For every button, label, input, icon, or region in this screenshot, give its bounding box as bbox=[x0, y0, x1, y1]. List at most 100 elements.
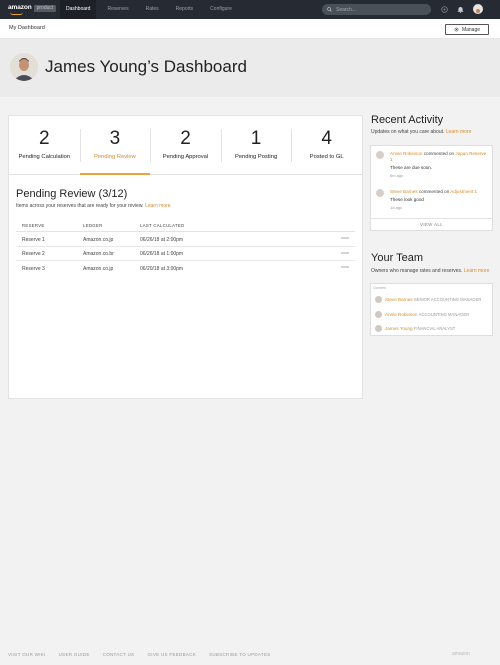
ledger-cell: Amazon.co.jp bbox=[83, 265, 114, 272]
team-member-text: James Young FINANCIAL ANALYST bbox=[385, 326, 455, 331]
last-calculated-cell: 06/26/18 at 2:00pm bbox=[140, 236, 184, 243]
stat-label: Pending Approval bbox=[162, 154, 209, 160]
main-nav: Dashboard Reserves Rates Reports Configu… bbox=[60, 0, 243, 19]
ledger-cell: Amazon.co.jp bbox=[83, 236, 114, 243]
recent-activity-desc-text: Updates on what you care about. bbox=[371, 129, 445, 135]
member-name[interactable]: Annie Robinson bbox=[385, 312, 417, 317]
stat-posted-to-gl[interactable]: 4 Posted to GL bbox=[291, 116, 362, 174]
stat-pending-approval[interactable]: 2 Pending Approval bbox=[150, 116, 221, 174]
learn-more-link[interactable]: Learn more bbox=[446, 129, 472, 135]
activity-user-link[interactable]: Steve Barnes bbox=[390, 189, 418, 194]
table-row[interactable]: Reserve 2 Amazon.co.br 06/26/18 at 1:00p… bbox=[16, 247, 355, 261]
activity-feed: Annie Robinson commented on Japan Reserv… bbox=[371, 146, 492, 230]
team-member[interactable]: Steve Barnes SENIOR ACCOUNTING MANAGER bbox=[375, 296, 490, 304]
table-header: RESERVE LEDGER LAST CALCULATED bbox=[16, 220, 355, 232]
member-role: ACCOUNTING MANAGER bbox=[418, 312, 470, 317]
stat-label: Pending Review bbox=[93, 154, 136, 160]
footer-link-feedback[interactable]: GIVE US FEEDBACK bbox=[147, 652, 196, 657]
recent-activity-desc: Updates on what you care about. Learn mo… bbox=[371, 129, 471, 135]
sub-header: My Dashboard bbox=[0, 19, 500, 39]
search-icon bbox=[327, 7, 332, 12]
avatar bbox=[375, 296, 382, 303]
reserve-cell: Reserve 3 bbox=[22, 265, 45, 272]
top-nav: amazon product Dashboard Reserves Rates … bbox=[0, 0, 500, 19]
last-calculated-cell: 06/26/18 at 1:00pm bbox=[140, 251, 184, 257]
more-options-icon[interactable] bbox=[340, 263, 350, 271]
bell-icon[interactable] bbox=[456, 5, 464, 13]
learn-more-link[interactable]: Learn more bbox=[145, 203, 171, 209]
avatar bbox=[375, 311, 382, 318]
stat-pending-review[interactable]: 3 Pending Review bbox=[79, 116, 151, 175]
team-list: Owners Steve Barnes SENIOR ACCOUNTING MA… bbox=[371, 284, 492, 335]
stat-value: 4 bbox=[321, 128, 332, 149]
gear-icon bbox=[454, 27, 459, 32]
nav-rates[interactable]: Rates bbox=[140, 0, 165, 19]
team-member[interactable]: James Young FINANCIAL ANALYST bbox=[375, 325, 490, 333]
search-box[interactable] bbox=[322, 4, 431, 15]
learn-more-link[interactable]: Learn more bbox=[464, 268, 490, 274]
activity-headline: Steve Barnes commented on Adjustment 1 bbox=[390, 189, 490, 195]
team-member[interactable]: Annie Robinson ACCOUNTING MANAGER bbox=[375, 311, 490, 319]
activity-comment: These are due soon. bbox=[390, 165, 433, 170]
footer: VISIT OUR WIKI USER GUIDE CONTACT US GIV… bbox=[0, 646, 500, 665]
view-all-button[interactable]: VIEW ALL bbox=[371, 218, 492, 230]
stat-value: 1 bbox=[250, 128, 262, 149]
stat-value: 3 bbox=[109, 128, 121, 149]
your-team-desc: Owners who manage rates and reserves. Le… bbox=[371, 268, 489, 274]
nav-dashboard[interactable]: Dashboard bbox=[60, 0, 97, 19]
pending-review-table: RESERVE LEDGER LAST CALCULATED Reserve 1… bbox=[16, 220, 355, 276]
member-name[interactable]: Steve Barnes bbox=[385, 297, 413, 302]
team-list-header: Owners bbox=[373, 286, 387, 290]
column-header-ledger[interactable]: LEDGER bbox=[83, 223, 102, 228]
footer-link-contact[interactable]: CONTACT US bbox=[103, 652, 135, 657]
amazon-logo[interactable]: amazon product bbox=[8, 4, 57, 16]
activity-user-link[interactable]: Annie Robinson bbox=[390, 151, 422, 156]
pending-review-desc: Items across your reserves that are read… bbox=[16, 203, 171, 209]
pending-review-title: Pending Review (3/12) bbox=[16, 188, 128, 200]
manage-button-label: Manage bbox=[461, 26, 481, 33]
member-role: FINANCIAL ANALYST bbox=[413, 326, 456, 331]
column-header-reserve[interactable]: RESERVE bbox=[22, 223, 45, 228]
activity-target-link[interactable]: Adjustment 1 bbox=[450, 189, 477, 194]
more-options-icon[interactable] bbox=[340, 234, 350, 242]
nav-reports[interactable]: Reports bbox=[170, 0, 200, 19]
activity-time: 6m ago bbox=[390, 173, 404, 178]
nav-configure[interactable]: Configure bbox=[204, 0, 238, 19]
column-header-last-calculated[interactable]: LAST CALCULATED bbox=[140, 223, 184, 228]
stat-pending-posting[interactable]: 1 Pending Posting bbox=[220, 116, 292, 174]
ledger-cell: Amazon.co.br bbox=[83, 251, 114, 257]
recent-activity-title: Recent Activity bbox=[371, 114, 444, 126]
user-avatar[interactable] bbox=[473, 4, 483, 14]
logo-product-text: product bbox=[33, 5, 57, 12]
avatar bbox=[376, 151, 384, 159]
activity-action: commented on bbox=[418, 189, 450, 194]
stat-pending-calculation[interactable]: 2 Pending Calculation bbox=[9, 116, 80, 174]
member-name[interactable]: James Young bbox=[385, 326, 413, 331]
help-icon[interactable] bbox=[440, 5, 448, 13]
more-options-icon[interactable] bbox=[340, 249, 350, 257]
footer-link-user-guide[interactable]: USER GUIDE bbox=[59, 652, 90, 657]
footer-links: VISIT OUR WIKI USER GUIDE CONTACT US GIV… bbox=[8, 652, 284, 657]
your-team-desc-text: Owners who manage rates and reserves. bbox=[371, 268, 463, 274]
last-calculated-cell: 06/20/18 at 3:00pm bbox=[140, 265, 184, 272]
avatar bbox=[375, 325, 382, 332]
activity-headline: Annie Robinson commented on Japan Reserv… bbox=[390, 151, 490, 164]
activity-time: 1d ago bbox=[390, 205, 403, 210]
member-role: SENIOR ACCOUNTING MANAGER bbox=[413, 297, 482, 302]
page-breadcrumb: My Dashboard bbox=[9, 25, 45, 31]
footer-logo: amazon bbox=[452, 651, 470, 657]
manage-button[interactable]: Manage bbox=[445, 24, 489, 35]
nav-reserves[interactable]: Reserves bbox=[101, 0, 134, 19]
stat-label: Posted to GL bbox=[309, 154, 344, 160]
footer-link-subscribe[interactable]: SUBSCRIBE TO UPDATES bbox=[209, 652, 271, 657]
table-row[interactable]: Reserve 1 Amazon.co.jp 06/26/18 at 2:00p… bbox=[16, 232, 355, 247]
stat-label: Pending Calculation bbox=[18, 154, 71, 160]
dashboard-title: James Young’s Dashboard bbox=[45, 57, 247, 76]
table-row[interactable]: Reserve 3 Amazon.co.jp 06/20/18 at 3:00p… bbox=[16, 261, 355, 276]
activity-comment: These look good bbox=[390, 197, 424, 202]
reserve-cell: Reserve 2 bbox=[22, 251, 45, 257]
footer-link-wiki[interactable]: VISIT OUR WIKI bbox=[8, 652, 46, 657]
search-input[interactable] bbox=[336, 6, 426, 13]
stat-value: 2 bbox=[39, 128, 50, 149]
stat-value: 2 bbox=[180, 128, 191, 149]
